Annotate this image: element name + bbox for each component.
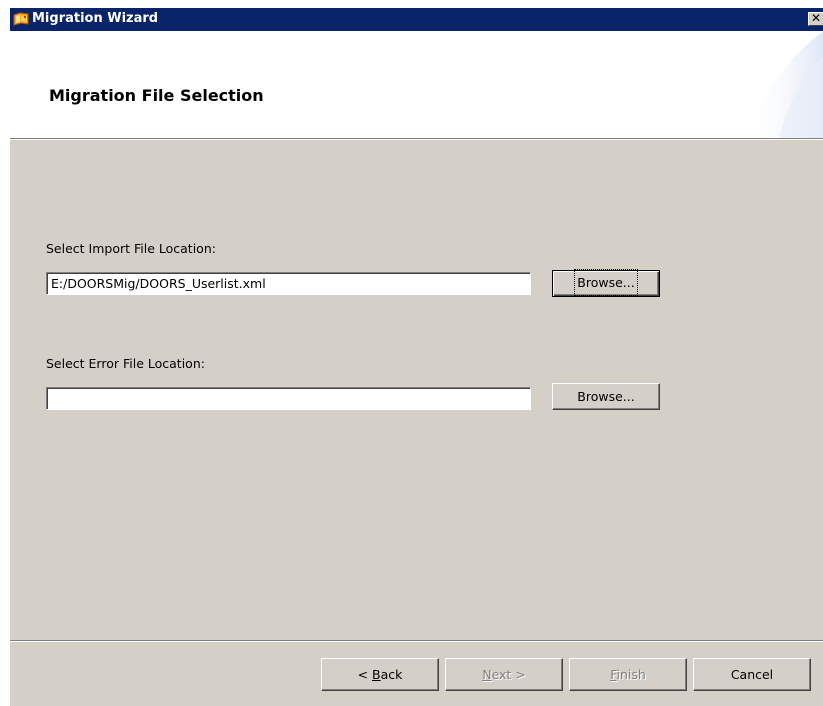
back-button[interactable]: < Back xyxy=(321,658,439,691)
header-divider xyxy=(10,138,823,140)
error-browse-label: Browse... xyxy=(577,389,635,404)
header-decoration xyxy=(744,31,823,138)
import-file-input[interactable]: E:/DOORSMig/DOORS_Userlist.xml xyxy=(46,272,531,295)
import-browse-button[interactable]: Browse... xyxy=(552,269,660,297)
import-browse-label: Browse... xyxy=(574,269,638,296)
finish-button-label: Finish xyxy=(610,667,646,682)
close-button[interactable]: ✕ xyxy=(808,12,823,26)
wizard-header: Migration File Selection xyxy=(10,31,823,138)
close-icon: ✕ xyxy=(810,11,822,25)
page-title: Migration File Selection xyxy=(49,86,264,105)
migration-wizard-window: Migration Wizard ✕ Migration File Select… xyxy=(9,8,823,706)
cancel-button-label: Cancel xyxy=(730,667,774,682)
cancel-button[interactable]: Cancel xyxy=(693,658,811,691)
error-browse-button[interactable]: Browse... xyxy=(552,383,660,410)
error-file-input[interactable] xyxy=(46,387,531,410)
window-title: Migration Wizard xyxy=(32,11,159,26)
wizard-app-icon xyxy=(13,12,29,26)
footer-divider xyxy=(10,640,823,642)
next-button-label: Next > xyxy=(482,667,526,682)
title-bar[interactable]: Migration Wizard ✕ xyxy=(10,8,823,31)
finish-button[interactable]: Finish xyxy=(569,658,687,691)
back-button-label: < Back xyxy=(357,667,403,682)
import-file-label: Select Import File Location: xyxy=(46,241,216,256)
error-file-label: Select Error File Location: xyxy=(46,356,205,371)
next-button[interactable]: Next > xyxy=(445,658,563,691)
